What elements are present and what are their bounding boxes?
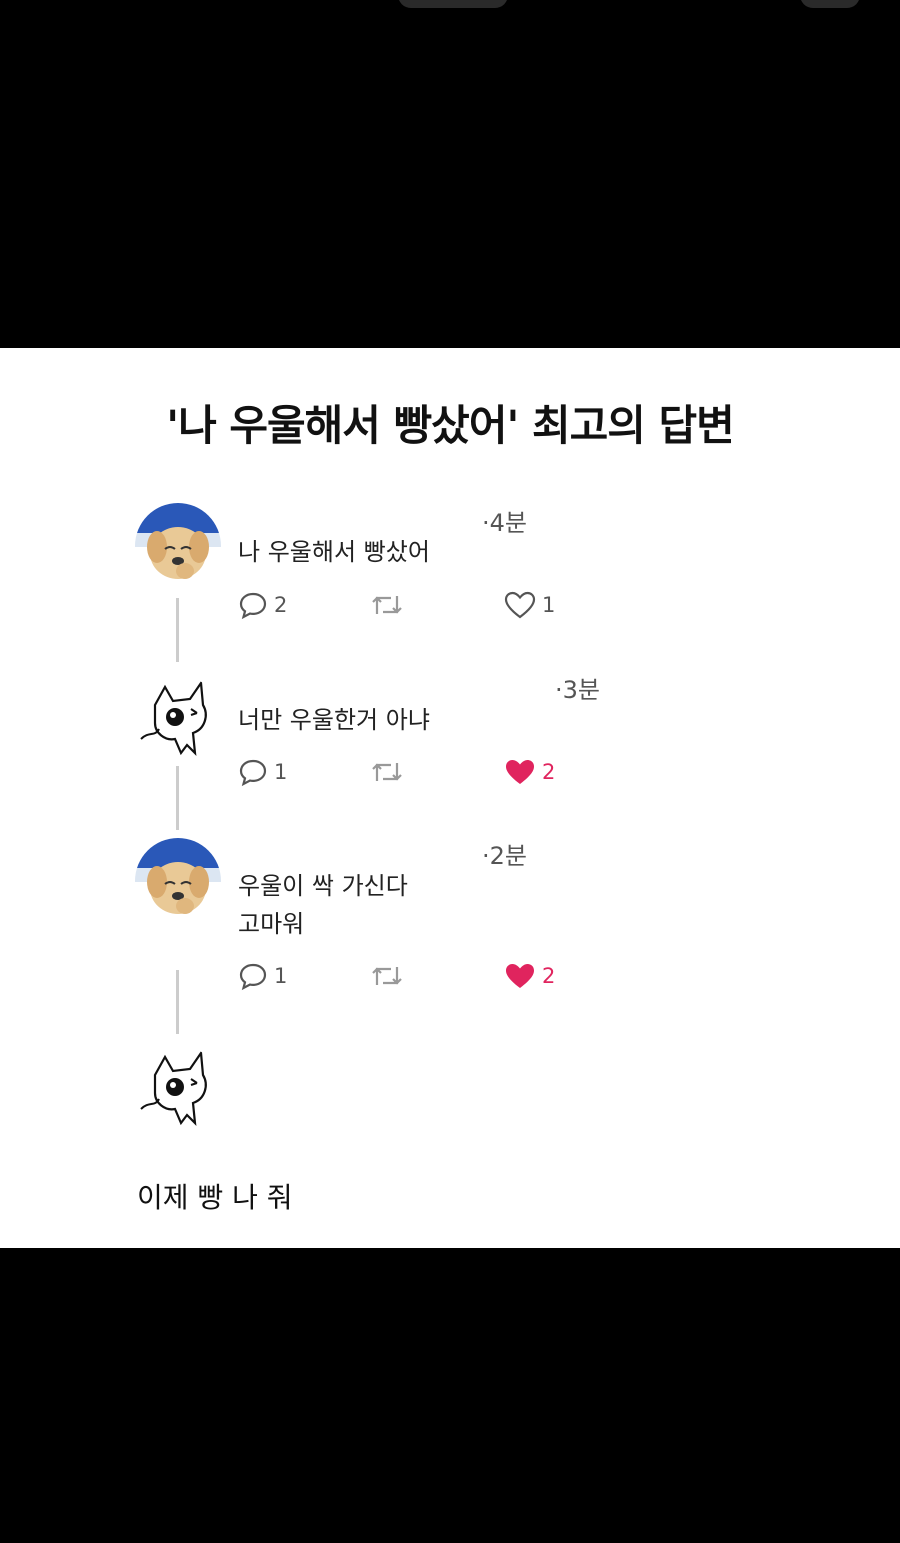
cat-avatar[interactable] <box>135 1045 221 1131</box>
retweet-icon <box>372 763 402 781</box>
retweet-button[interactable] <box>370 959 404 993</box>
post-actions: 2 1 <box>238 588 578 622</box>
post-time: ·4분 <box>482 509 527 537</box>
retweet-button[interactable] <box>370 755 404 789</box>
like-button[interactable]: 2 <box>504 959 555 993</box>
reply-button[interactable]: 2 <box>238 588 287 622</box>
retweet-button[interactable] <box>370 588 404 622</box>
thread-line <box>176 766 179 830</box>
post-text-line1: 우울이 싹 가신다 <box>238 872 408 900</box>
thread-line <box>176 598 179 662</box>
like-count: 2 <box>542 760 556 784</box>
reply-button[interactable]: 1 <box>238 959 287 993</box>
dog-avatar[interactable] <box>135 503 221 589</box>
post-time: ·3분 <box>555 676 600 704</box>
page-title: '나 우울해서 빵샀어' 최고의 답변 <box>166 401 735 450</box>
bottom-black-bar <box>0 1248 900 1543</box>
like-button[interactable]: 1 <box>504 588 555 622</box>
dog-avatar[interactable] <box>135 838 221 924</box>
post-card: '나 우울해서 빵샀어' 최고의 답변 ·4분 나 우울해서 빵샀어 2 1 ·… <box>0 348 900 1248</box>
cat-avatar[interactable] <box>135 675 221 761</box>
heart-filled-icon <box>506 964 534 988</box>
reply-icon <box>239 963 267 991</box>
reply-button[interactable]: 1 <box>238 755 287 789</box>
like-count: 2 <box>542 964 556 988</box>
reply-count: 1 <box>274 760 288 784</box>
thread-line <box>176 970 179 1034</box>
retweet-icon <box>372 596 402 614</box>
like-count: 1 <box>542 593 556 617</box>
reply-icon <box>239 759 267 787</box>
post-text-line2: 고마워 <box>238 910 305 938</box>
reply-count: 1 <box>274 964 288 988</box>
status-pill-small <box>800 0 860 8</box>
heart-icon <box>504 591 536 619</box>
status-pill <box>398 0 508 8</box>
reply-count: 2 <box>274 593 288 617</box>
post-text: 나 우울해서 빵샀어 <box>238 538 430 566</box>
post-actions: 1 2 <box>238 755 578 789</box>
retweet-icon <box>372 967 402 985</box>
reply-icon <box>239 592 267 620</box>
post-time: ·2분 <box>482 842 527 870</box>
final-reply-text: 이제 빵 나 줘 <box>137 1181 293 1214</box>
post-text: 너만 우울한거 아냐 <box>238 706 430 734</box>
heart-filled-icon <box>506 760 534 784</box>
top-black-bar <box>0 0 900 348</box>
like-button[interactable]: 2 <box>504 755 555 789</box>
post-actions: 1 2 <box>238 959 578 993</box>
